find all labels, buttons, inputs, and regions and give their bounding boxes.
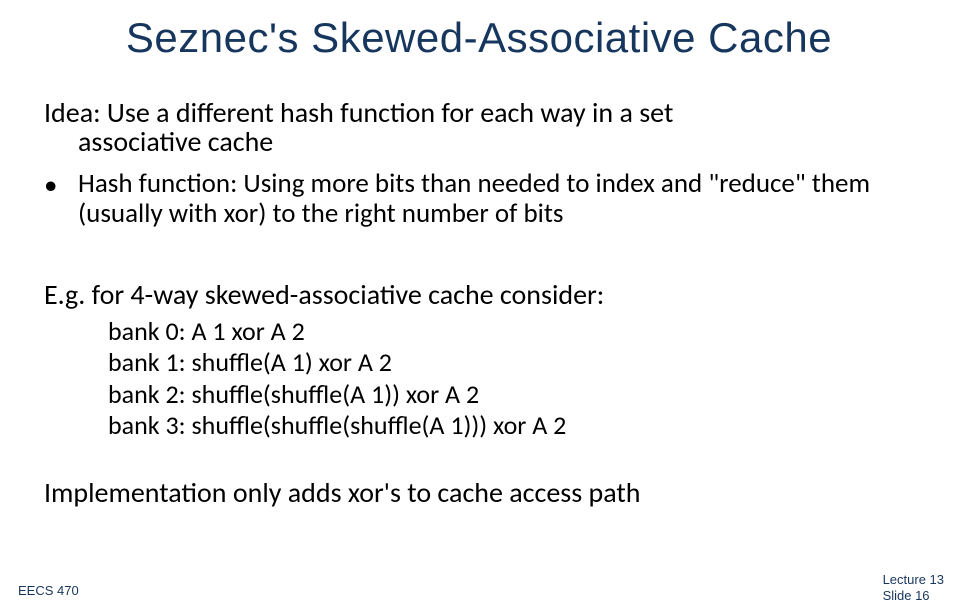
footer-lecture: Lecture 13 [883,572,944,588]
bank-list: bank 0: A 1 xor A 2 bank 1: shuffle(A 1)… [108,316,958,441]
slide-title: Seznec's Skewed-Associative Cache [0,0,958,62]
footer-slide-number: Lecture 13 Slide 16 [883,572,944,605]
bank-line: bank 2: shuffle(shuffle(A 1)) xor A 2 [108,379,958,410]
bank-line: bank 3: shuffle(shuffle(shuffle(A 1))) x… [108,410,958,441]
bullet-marker: • [44,169,78,201]
bank-line: bank 0: A 1 xor A 2 [108,316,958,347]
slide: Seznec's Skewed-Associative Cache Idea: … [0,0,958,612]
example-heading: E.g. for 4-way skewed-associative cache … [44,277,958,312]
implementation-text: Implementation only adds xor's to cache … [44,475,958,510]
bank-line: bank 1: shuffle(A 1) xor A 2 [108,347,958,378]
bullet-text: Hash function: Using more bits than need… [78,169,898,229]
idea-line2: associative cache [44,127,918,156]
bullet-item: • Hash function: Using more bits than ne… [44,169,958,229]
footer-slide: Slide 16 [883,588,944,604]
idea-text: Idea: Use a different hash function for … [44,98,958,157]
footer-course: EECS 470 [18,583,79,598]
